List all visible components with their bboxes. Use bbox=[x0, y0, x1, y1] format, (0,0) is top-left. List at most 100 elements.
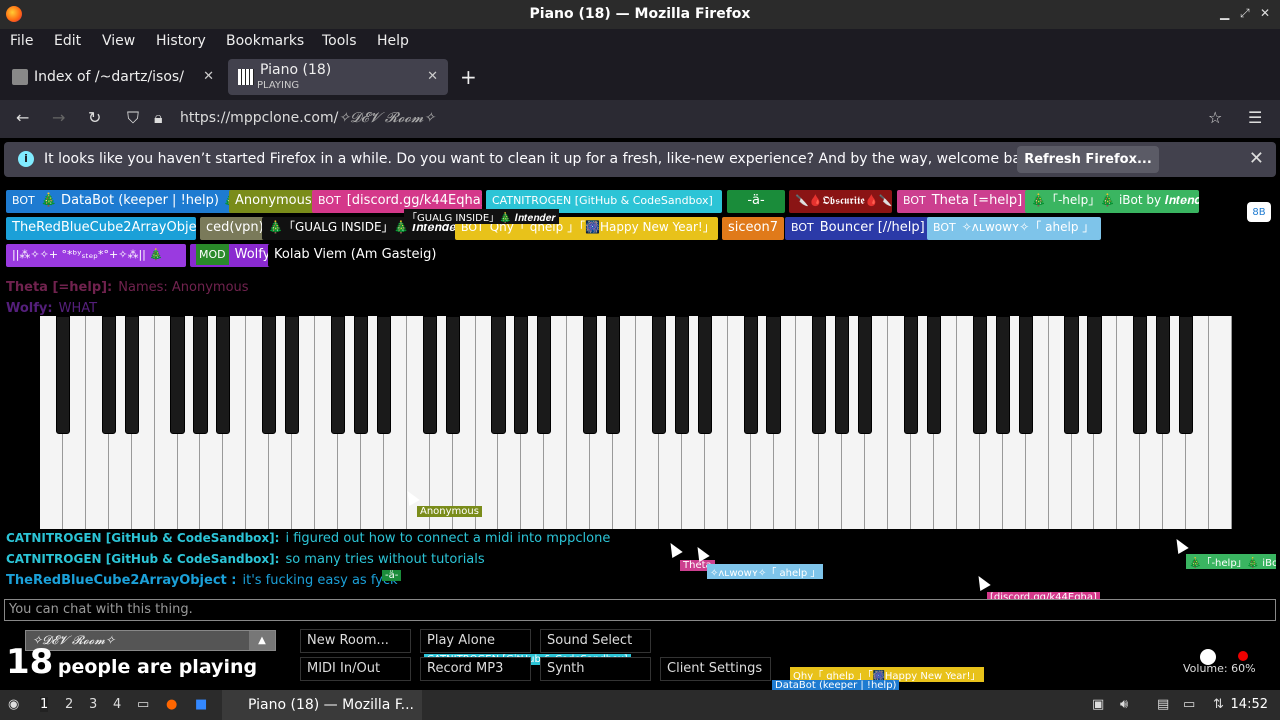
user-tag[interactable]: siceon7 bbox=[722, 217, 784, 240]
black-key[interactable] bbox=[605, 316, 621, 434]
volume-icon[interactable]: 🔊︎ bbox=[1120, 697, 1128, 712]
user-tag[interactable]: -ä- bbox=[727, 190, 785, 213]
black-key[interactable] bbox=[743, 316, 758, 434]
black-key[interactable] bbox=[697, 316, 712, 434]
black-key[interactable] bbox=[903, 316, 919, 434]
user-tag[interactable]: Anonymous bbox=[229, 190, 318, 213]
piano-keyboard[interactable] bbox=[40, 316, 1232, 529]
menu-view[interactable]: View bbox=[102, 33, 135, 49]
terminal-icon[interactable]: ■ bbox=[195, 697, 207, 712]
workspace-2[interactable]: 2 bbox=[65, 697, 73, 712]
white-key[interactable] bbox=[1209, 316, 1232, 529]
black-key[interactable] bbox=[1156, 316, 1171, 434]
black-key[interactable] bbox=[583, 316, 598, 434]
settings-icon[interactable]: 8B bbox=[1247, 202, 1271, 222]
close-tab-icon[interactable]: ✕ bbox=[203, 69, 214, 84]
black-key[interactable] bbox=[285, 316, 300, 434]
black-key[interactable] bbox=[995, 316, 1010, 434]
user-tag[interactable]: 🔪🩸𝕺𝖇𝖘𝖈𝖚𝖗𝖎𝖙𝖊🩸🔪💀 bbox=[789, 190, 892, 213]
new-tab-icon[interactable]: + bbox=[460, 65, 477, 89]
workspace-4[interactable]: 4 bbox=[113, 697, 121, 712]
maximize-icon[interactable]: ⤢ bbox=[1240, 6, 1250, 21]
user-tag[interactable]: TheRedBlueCube2ArrayObject bbox=[6, 217, 196, 240]
clipboard-icon[interactable]: ▤ bbox=[1157, 697, 1169, 712]
menu-history[interactable]: History bbox=[156, 33, 206, 49]
user-tag[interactable]: BOT Bouncer [//help] bbox=[785, 217, 931, 240]
black-key[interactable] bbox=[972, 316, 987, 434]
workspace-3[interactable]: 3 bbox=[89, 697, 97, 712]
chat-input[interactable]: You can chat with this thing. bbox=[4, 599, 1276, 621]
notification-icon[interactable]: ▣ bbox=[1092, 697, 1104, 712]
black-key[interactable] bbox=[124, 316, 139, 434]
network-icon[interactable]: ⇅ bbox=[1213, 697, 1224, 712]
play-alone-button[interactable]: Play Alone bbox=[420, 629, 531, 653]
client-settings-button[interactable]: Client Settings bbox=[660, 657, 771, 681]
black-key[interactable] bbox=[101, 316, 116, 434]
black-key[interactable] bbox=[926, 316, 942, 434]
user-tag[interactable]: BOT 🎄 DataBot (keeper | !help) 🎄 bbox=[6, 190, 246, 213]
black-key[interactable] bbox=[376, 316, 391, 434]
black-key[interactable] bbox=[1179, 316, 1194, 434]
workspace-1[interactable]: 1 bbox=[40, 697, 49, 712]
minimize-icon[interactable]: ▁ bbox=[1220, 6, 1229, 20]
black-key[interactable] bbox=[55, 316, 71, 434]
menu-file[interactable]: File bbox=[10, 33, 33, 49]
file-manager-icon[interactable]: ▭ bbox=[137, 697, 149, 712]
menu-bookmarks[interactable]: Bookmarks bbox=[226, 33, 304, 49]
bookmark-star-icon[interactable]: ☆ bbox=[1208, 108, 1222, 127]
black-key[interactable] bbox=[858, 316, 873, 434]
hamburger-menu-icon[interactable]: ☰ bbox=[1248, 108, 1262, 127]
screen-icon[interactable]: ▭ bbox=[1183, 697, 1195, 712]
close-notification-icon[interactable]: ✕ bbox=[1249, 148, 1264, 169]
shield-icon[interactable]: ⛉ bbox=[127, 108, 139, 128]
new-room-button[interactable]: New Room... bbox=[300, 629, 411, 653]
forward-icon[interactable]: → bbox=[52, 108, 65, 127]
black-key[interactable] bbox=[766, 316, 781, 434]
black-key[interactable] bbox=[1133, 316, 1148, 434]
user-tag[interactable]: 🎄「-help」🎄 iBot by 𝑰𝒏𝒕𝒆𝒏𝒅𝒆𝒓 bbox=[1025, 190, 1199, 213]
user-tag[interactable]: BOT ✧ᴧʟᴡᴏᴡʏ✧「 ahelp 」 bbox=[927, 217, 1101, 240]
volume-control[interactable]: Volume: 60% bbox=[1150, 646, 1260, 676]
back-icon[interactable]: ← bbox=[16, 108, 29, 127]
start-menu-icon[interactable]: ◉ bbox=[8, 697, 19, 712]
firefox-launcher-icon[interactable]: ● bbox=[166, 697, 177, 712]
menu-tools[interactable]: Tools bbox=[322, 33, 357, 49]
user-tag[interactable]: BOT Theta [=help] bbox=[897, 190, 1029, 213]
close-window-icon[interactable]: ✕ bbox=[1260, 6, 1270, 20]
black-key[interactable] bbox=[445, 316, 460, 434]
black-key[interactable] bbox=[1064, 316, 1079, 434]
url-bar[interactable]: https://mppclone.com/✧𝓓𝓔𝓥 𝓡𝓸𝓸𝓶✧ bbox=[180, 110, 435, 126]
black-key[interactable] bbox=[491, 316, 506, 434]
record-mp3-button[interactable]: Record MP3 bbox=[420, 657, 531, 681]
close-tab-icon[interactable]: ✕ bbox=[427, 69, 438, 84]
reload-icon[interactable]: ↻ bbox=[88, 108, 101, 127]
black-key[interactable] bbox=[651, 316, 667, 434]
black-key[interactable] bbox=[170, 316, 185, 434]
synth-button[interactable]: Synth bbox=[540, 657, 651, 681]
black-key[interactable] bbox=[193, 316, 208, 434]
black-key[interactable] bbox=[353, 316, 369, 434]
user-tag[interactable]: MOD Wolfy bbox=[190, 244, 277, 267]
black-key[interactable] bbox=[422, 316, 437, 434]
black-key[interactable] bbox=[1087, 316, 1102, 434]
lock-icon[interactable]: 🔒︎ bbox=[154, 108, 163, 128]
black-key[interactable] bbox=[262, 316, 277, 434]
user-tag[interactable]: ced(vpn) bbox=[200, 217, 270, 240]
refresh-firefox-button[interactable]: Refresh Firefox... bbox=[1017, 146, 1159, 173]
midi-button[interactable]: MIDI In/Out bbox=[300, 657, 411, 681]
black-key[interactable] bbox=[812, 316, 827, 434]
black-key[interactable] bbox=[330, 316, 346, 434]
black-key[interactable] bbox=[537, 316, 552, 434]
taskbar-firefox-window[interactable]: Piano (18) — Mozilla F... bbox=[222, 690, 422, 720]
tab-piano[interactable]: Piano (18) PLAYING ✕ bbox=[228, 59, 448, 95]
black-key[interactable] bbox=[216, 316, 231, 434]
tab-index[interactable]: Index of /~dartz/isos/ ✕ bbox=[2, 59, 224, 95]
black-key[interactable] bbox=[514, 316, 529, 434]
black-key[interactable] bbox=[1018, 316, 1033, 434]
user-tag[interactable]: Kolab Viem (Am Gasteig) bbox=[268, 244, 443, 267]
black-key[interactable] bbox=[674, 316, 689, 434]
menu-help[interactable]: Help bbox=[377, 33, 409, 49]
user-tag[interactable]: ||⁂✧✧+ °*ᵇʸₛₜₑₚ*°+✧⁂|| 🎄 bbox=[6, 244, 186, 267]
sound-select-button[interactable]: Sound Select bbox=[540, 629, 651, 653]
black-key[interactable] bbox=[835, 316, 850, 434]
